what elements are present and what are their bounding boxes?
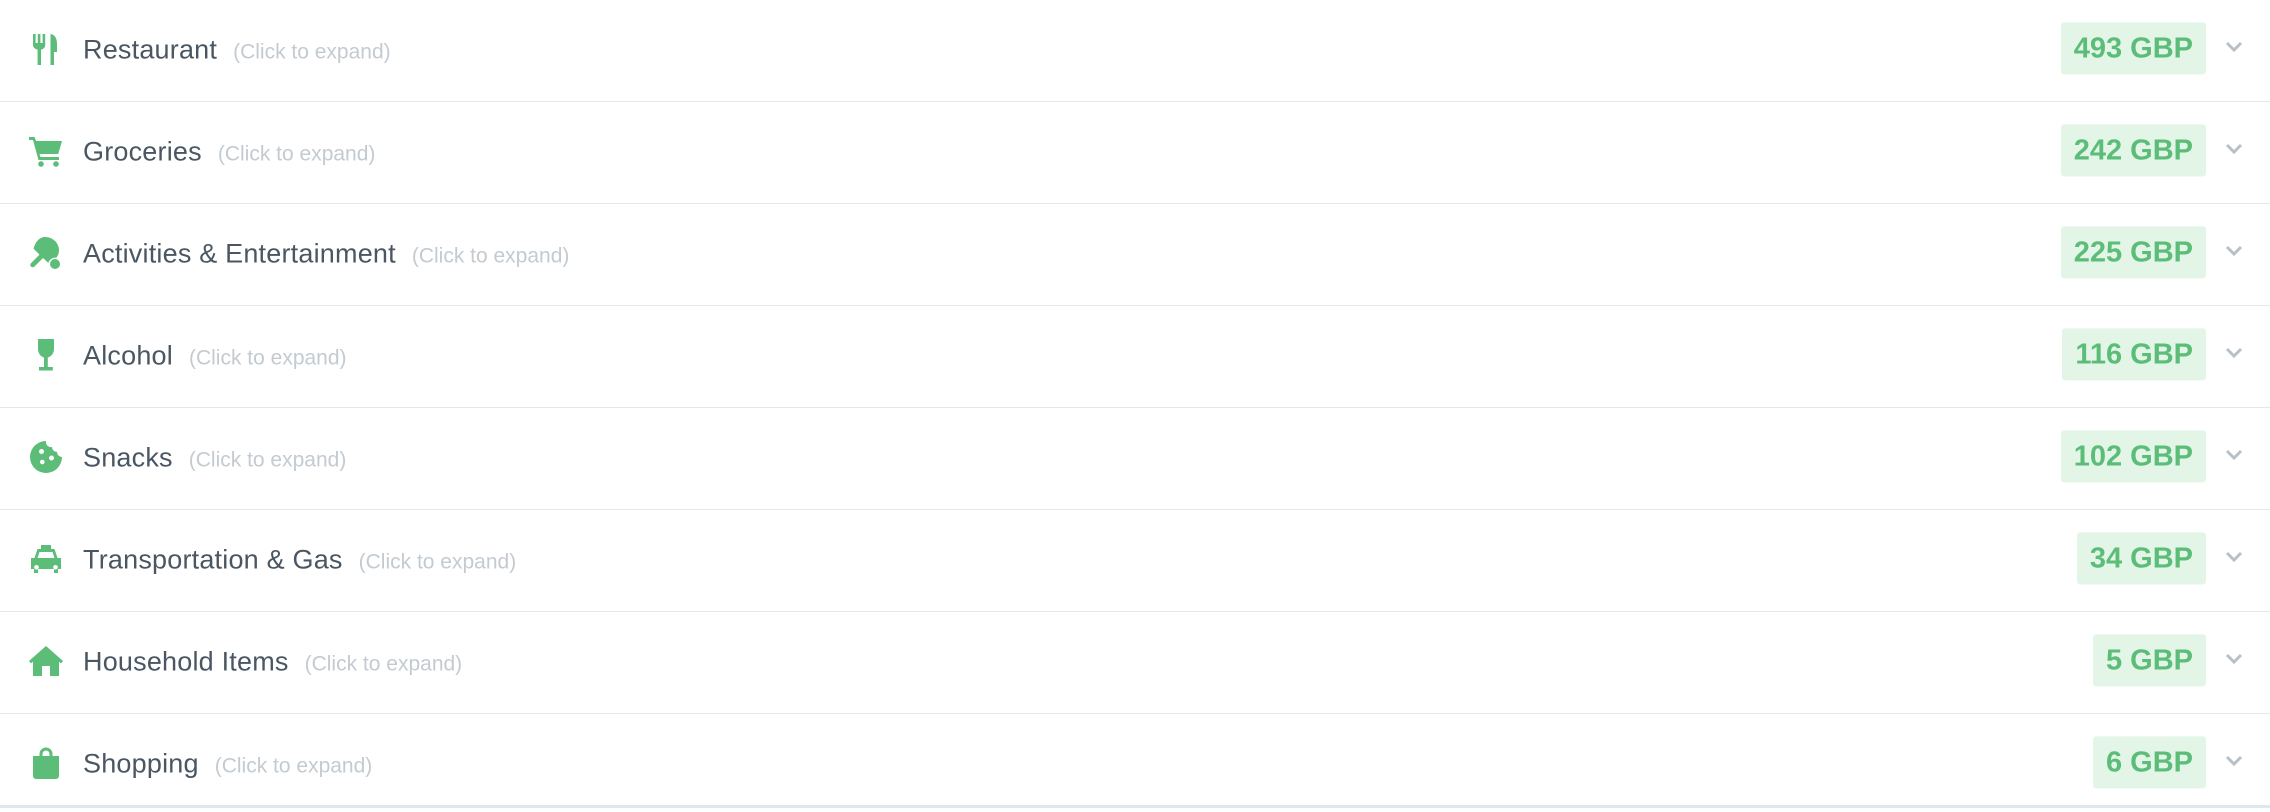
category-name: Alcohol [83, 340, 173, 371]
category-name: Shopping [83, 748, 199, 779]
expand-hint: (Click to expand) [358, 550, 517, 574]
category-row-groceries[interactable]: Groceries (Click to expand) 242 GBP [0, 102, 2270, 204]
chevron-down-icon[interactable] [2224, 241, 2244, 261]
taxi-icon [28, 541, 64, 577]
amount-badge: 5 GBP [2092, 633, 2206, 686]
amount-badge: 6 GBP [2092, 736, 2206, 789]
category-row-activities-entertainment[interactable]: Activities & Entertainment (Click to exp… [0, 204, 2270, 306]
expand-hint: (Click to expand) [214, 754, 373, 778]
chevron-down-icon[interactable] [2224, 37, 2244, 57]
expand-hint: (Click to expand) [411, 244, 570, 268]
expand-hint: (Click to expand) [188, 448, 347, 472]
category-title: Restaurant (Click to expand) [83, 34, 391, 65]
home-icon [28, 643, 64, 679]
utensils-icon [28, 31, 64, 67]
category-row-shopping[interactable]: Shopping (Click to expand) 6 GBP [0, 714, 2270, 805]
amount-badge: 116 GBP [2062, 327, 2206, 380]
amount-badge: 242 GBP [2060, 123, 2206, 176]
amount-badge: 493 GBP [2060, 21, 2206, 74]
chevron-down-icon[interactable] [2224, 139, 2244, 159]
category-title: Activities & Entertainment (Click to exp… [83, 238, 569, 269]
category-row-alcohol[interactable]: Alcohol (Click to expand) 116 GBP [0, 306, 2270, 408]
category-name: Snacks [83, 442, 173, 473]
chevron-down-icon[interactable] [2224, 547, 2244, 567]
table-tennis-icon [28, 235, 64, 271]
chevron-down-icon[interactable] [2224, 343, 2244, 363]
category-name: Household Items [83, 646, 289, 677]
category-title: Snacks (Click to expand) [83, 442, 346, 473]
chevron-down-icon[interactable] [2224, 445, 2244, 465]
category-row-household-items[interactable]: Household Items (Click to expand) 5 GBP [0, 612, 2270, 714]
category-title: Alcohol (Click to expand) [83, 340, 347, 371]
category-name: Groceries [83, 136, 202, 167]
chevron-down-icon[interactable] [2224, 649, 2244, 669]
chevron-down-icon[interactable] [2224, 751, 2244, 771]
category-name: Restaurant [83, 34, 218, 65]
cookie-icon [28, 439, 64, 475]
amount-badge: 102 GBP [2060, 429, 2206, 482]
expand-hint: (Click to expand) [217, 142, 376, 166]
category-title: Transportation & Gas (Click to expand) [83, 544, 516, 575]
category-title: Household Items (Click to expand) [83, 646, 462, 677]
category-title: Shopping (Click to expand) [83, 749, 372, 780]
expand-hint: (Click to expand) [233, 40, 391, 64]
category-title: Groceries (Click to expand) [83, 136, 375, 167]
category-list: Restaurant (Click to expand) 493 GBP Gro… [0, 0, 2270, 808]
category-row-snacks[interactable]: Snacks (Click to expand) 102 GBP [0, 408, 2270, 510]
amount-badge: 225 GBP [2060, 225, 2206, 278]
amount-badge: 34 GBP [2076, 531, 2206, 584]
category-row-restaurant[interactable]: Restaurant (Click to expand) 493 GBP [0, 0, 2270, 102]
expand-hint: (Click to expand) [304, 652, 463, 676]
shopping-bag-icon [28, 745, 64, 781]
category-name: Transportation & Gas [83, 544, 343, 575]
wine-glass-icon [28, 337, 64, 373]
category-row-transportation-gas[interactable]: Transportation & Gas (Click to expand) 3… [0, 510, 2270, 612]
category-name: Activities & Entertainment [83, 238, 396, 269]
shopping-cart-icon [28, 133, 64, 169]
expand-hint: (Click to expand) [188, 346, 347, 370]
